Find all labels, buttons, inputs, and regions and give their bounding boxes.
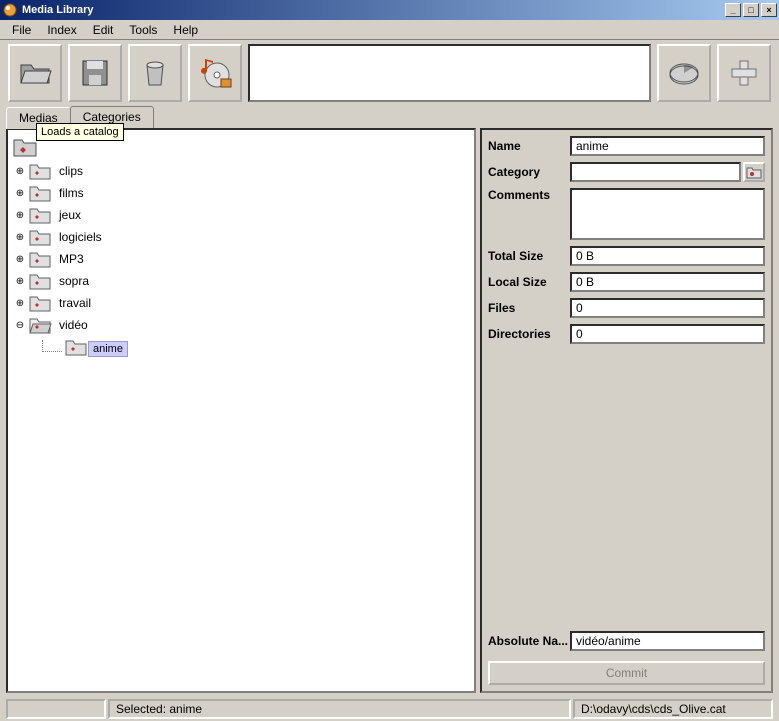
folder-icon bbox=[28, 227, 52, 247]
expand-handle-icon[interactable]: ⊕ bbox=[14, 297, 26, 309]
media-disc-button[interactable] bbox=[188, 44, 242, 102]
menu-help[interactable]: Help bbox=[165, 21, 206, 39]
field-absolute-name: vidéo/anime bbox=[570, 631, 765, 651]
folder-icon bbox=[28, 271, 52, 291]
expand-handle-icon[interactable]: ⊕ bbox=[14, 209, 26, 221]
trash-icon bbox=[137, 55, 173, 91]
add-button[interactable] bbox=[717, 44, 771, 102]
catalog-icon bbox=[12, 136, 38, 158]
field-total-size: 0 B bbox=[570, 246, 765, 266]
tree-label: vidéo bbox=[56, 317, 91, 333]
app-icon bbox=[2, 2, 18, 18]
statusbar: Selected: anime D:\odavy\cds\cds_Olive.c… bbox=[0, 697, 779, 721]
menu-file[interactable]: File bbox=[4, 21, 39, 39]
menu-edit[interactable]: Edit bbox=[85, 21, 122, 39]
tree-node[interactable]: ⊕ MP3 bbox=[14, 248, 472, 270]
folder-open-icon bbox=[17, 55, 53, 91]
plus-icon bbox=[726, 55, 762, 91]
music-disc-icon bbox=[197, 55, 233, 91]
category-browse-button[interactable] bbox=[743, 162, 765, 182]
field-category[interactable] bbox=[570, 162, 741, 182]
tree-label-selected: anime bbox=[88, 341, 128, 357]
expand-handle-icon[interactable]: ⊕ bbox=[14, 275, 26, 287]
tree-node[interactable]: ⊕ travail bbox=[14, 292, 472, 314]
tree-node[interactable]: ⊕ clips bbox=[14, 160, 472, 182]
close-button[interactable]: × bbox=[761, 3, 777, 17]
folder-icon bbox=[746, 165, 762, 179]
maximize-button[interactable]: □ bbox=[743, 3, 759, 17]
tree-label: logiciels bbox=[56, 229, 105, 245]
toolbar bbox=[0, 40, 779, 106]
save-button[interactable] bbox=[68, 44, 122, 102]
content: Medias Categories Loads a catalog ⊕ clip… bbox=[0, 106, 779, 697]
tree-child[interactable]: anime bbox=[42, 336, 472, 361]
tree-label: jeux bbox=[56, 207, 84, 223]
collapse-handle-icon[interactable]: ⊖ bbox=[14, 319, 26, 331]
tree-label: travail bbox=[56, 295, 94, 311]
open-folder-button[interactable] bbox=[8, 44, 62, 102]
titlebar: Media Library _ □ × bbox=[0, 0, 779, 20]
label-name: Name bbox=[488, 139, 570, 153]
expand-handle-icon[interactable]: ⊕ bbox=[14, 253, 26, 265]
field-local-size: 0 B bbox=[570, 272, 765, 292]
search-input[interactable] bbox=[248, 44, 651, 102]
status-selected: Selected: anime bbox=[108, 699, 571, 719]
status-path: D:\odavy\cds\cds_Olive.cat bbox=[573, 699, 773, 719]
folder-icon bbox=[28, 161, 52, 181]
label-files: Files bbox=[488, 301, 570, 315]
field-directories: 0 bbox=[570, 324, 765, 344]
menubar: File Index Edit Tools Help bbox=[0, 20, 779, 40]
menu-index[interactable]: Index bbox=[39, 21, 84, 39]
menu-tools[interactable]: Tools bbox=[121, 21, 165, 39]
tree-node[interactable]: ⊕ films bbox=[14, 182, 472, 204]
expand-handle-icon[interactable]: ⊕ bbox=[14, 165, 26, 177]
field-name[interactable]: anime bbox=[570, 136, 765, 156]
properties-pane: Name anime Category Comments Total Size … bbox=[480, 128, 773, 693]
trash-button[interactable] bbox=[128, 44, 182, 102]
label-comments: Comments bbox=[488, 188, 570, 202]
label-absolute-name: Absolute Na... bbox=[488, 634, 570, 648]
tree-node[interactable]: ⊖ vidéo bbox=[14, 314, 472, 336]
tree-node[interactable]: ⊕ logiciels bbox=[14, 226, 472, 248]
folder-icon bbox=[28, 205, 52, 225]
field-files: 0 bbox=[570, 298, 765, 318]
expand-handle-icon[interactable]: ⊕ bbox=[14, 231, 26, 243]
window-title: Media Library bbox=[22, 4, 723, 16]
tree-connector-icon bbox=[42, 340, 62, 352]
tree-node[interactable]: ⊕ jeux bbox=[14, 204, 472, 226]
commit-button[interactable]: Commit bbox=[488, 661, 765, 685]
folder-open-icon bbox=[28, 315, 52, 335]
label-local-size: Local Size bbox=[488, 275, 570, 289]
floppy-icon bbox=[77, 55, 113, 91]
folder-icon bbox=[28, 249, 52, 269]
tree-node[interactable]: ⊕ sopra bbox=[14, 270, 472, 292]
folder-icon bbox=[64, 337, 88, 360]
expand-handle-icon[interactable]: ⊕ bbox=[14, 187, 26, 199]
tree-label: sopra bbox=[56, 273, 92, 289]
tree-label: films bbox=[56, 185, 87, 201]
label-total-size: Total Size bbox=[488, 249, 570, 263]
label-category: Category bbox=[488, 165, 570, 179]
chart-button[interactable] bbox=[657, 44, 711, 102]
tabs: Medias Categories Loads a catalog bbox=[6, 106, 773, 128]
folder-icon bbox=[28, 183, 52, 203]
tree-label: clips bbox=[56, 163, 86, 179]
pie-chart-icon bbox=[666, 55, 702, 91]
label-directories: Directories bbox=[488, 327, 570, 341]
minimize-button[interactable]: _ bbox=[725, 3, 741, 17]
status-cell-left bbox=[6, 699, 106, 719]
tooltip: Loads a catalog bbox=[36, 123, 124, 141]
tree-label: MP3 bbox=[56, 251, 87, 267]
folder-icon bbox=[28, 293, 52, 313]
tree-pane[interactable]: ⊕ clips ⊕ films ⊕ jeux ⊕ logiciels ⊕ bbox=[6, 128, 476, 693]
field-comments[interactable] bbox=[570, 188, 765, 240]
